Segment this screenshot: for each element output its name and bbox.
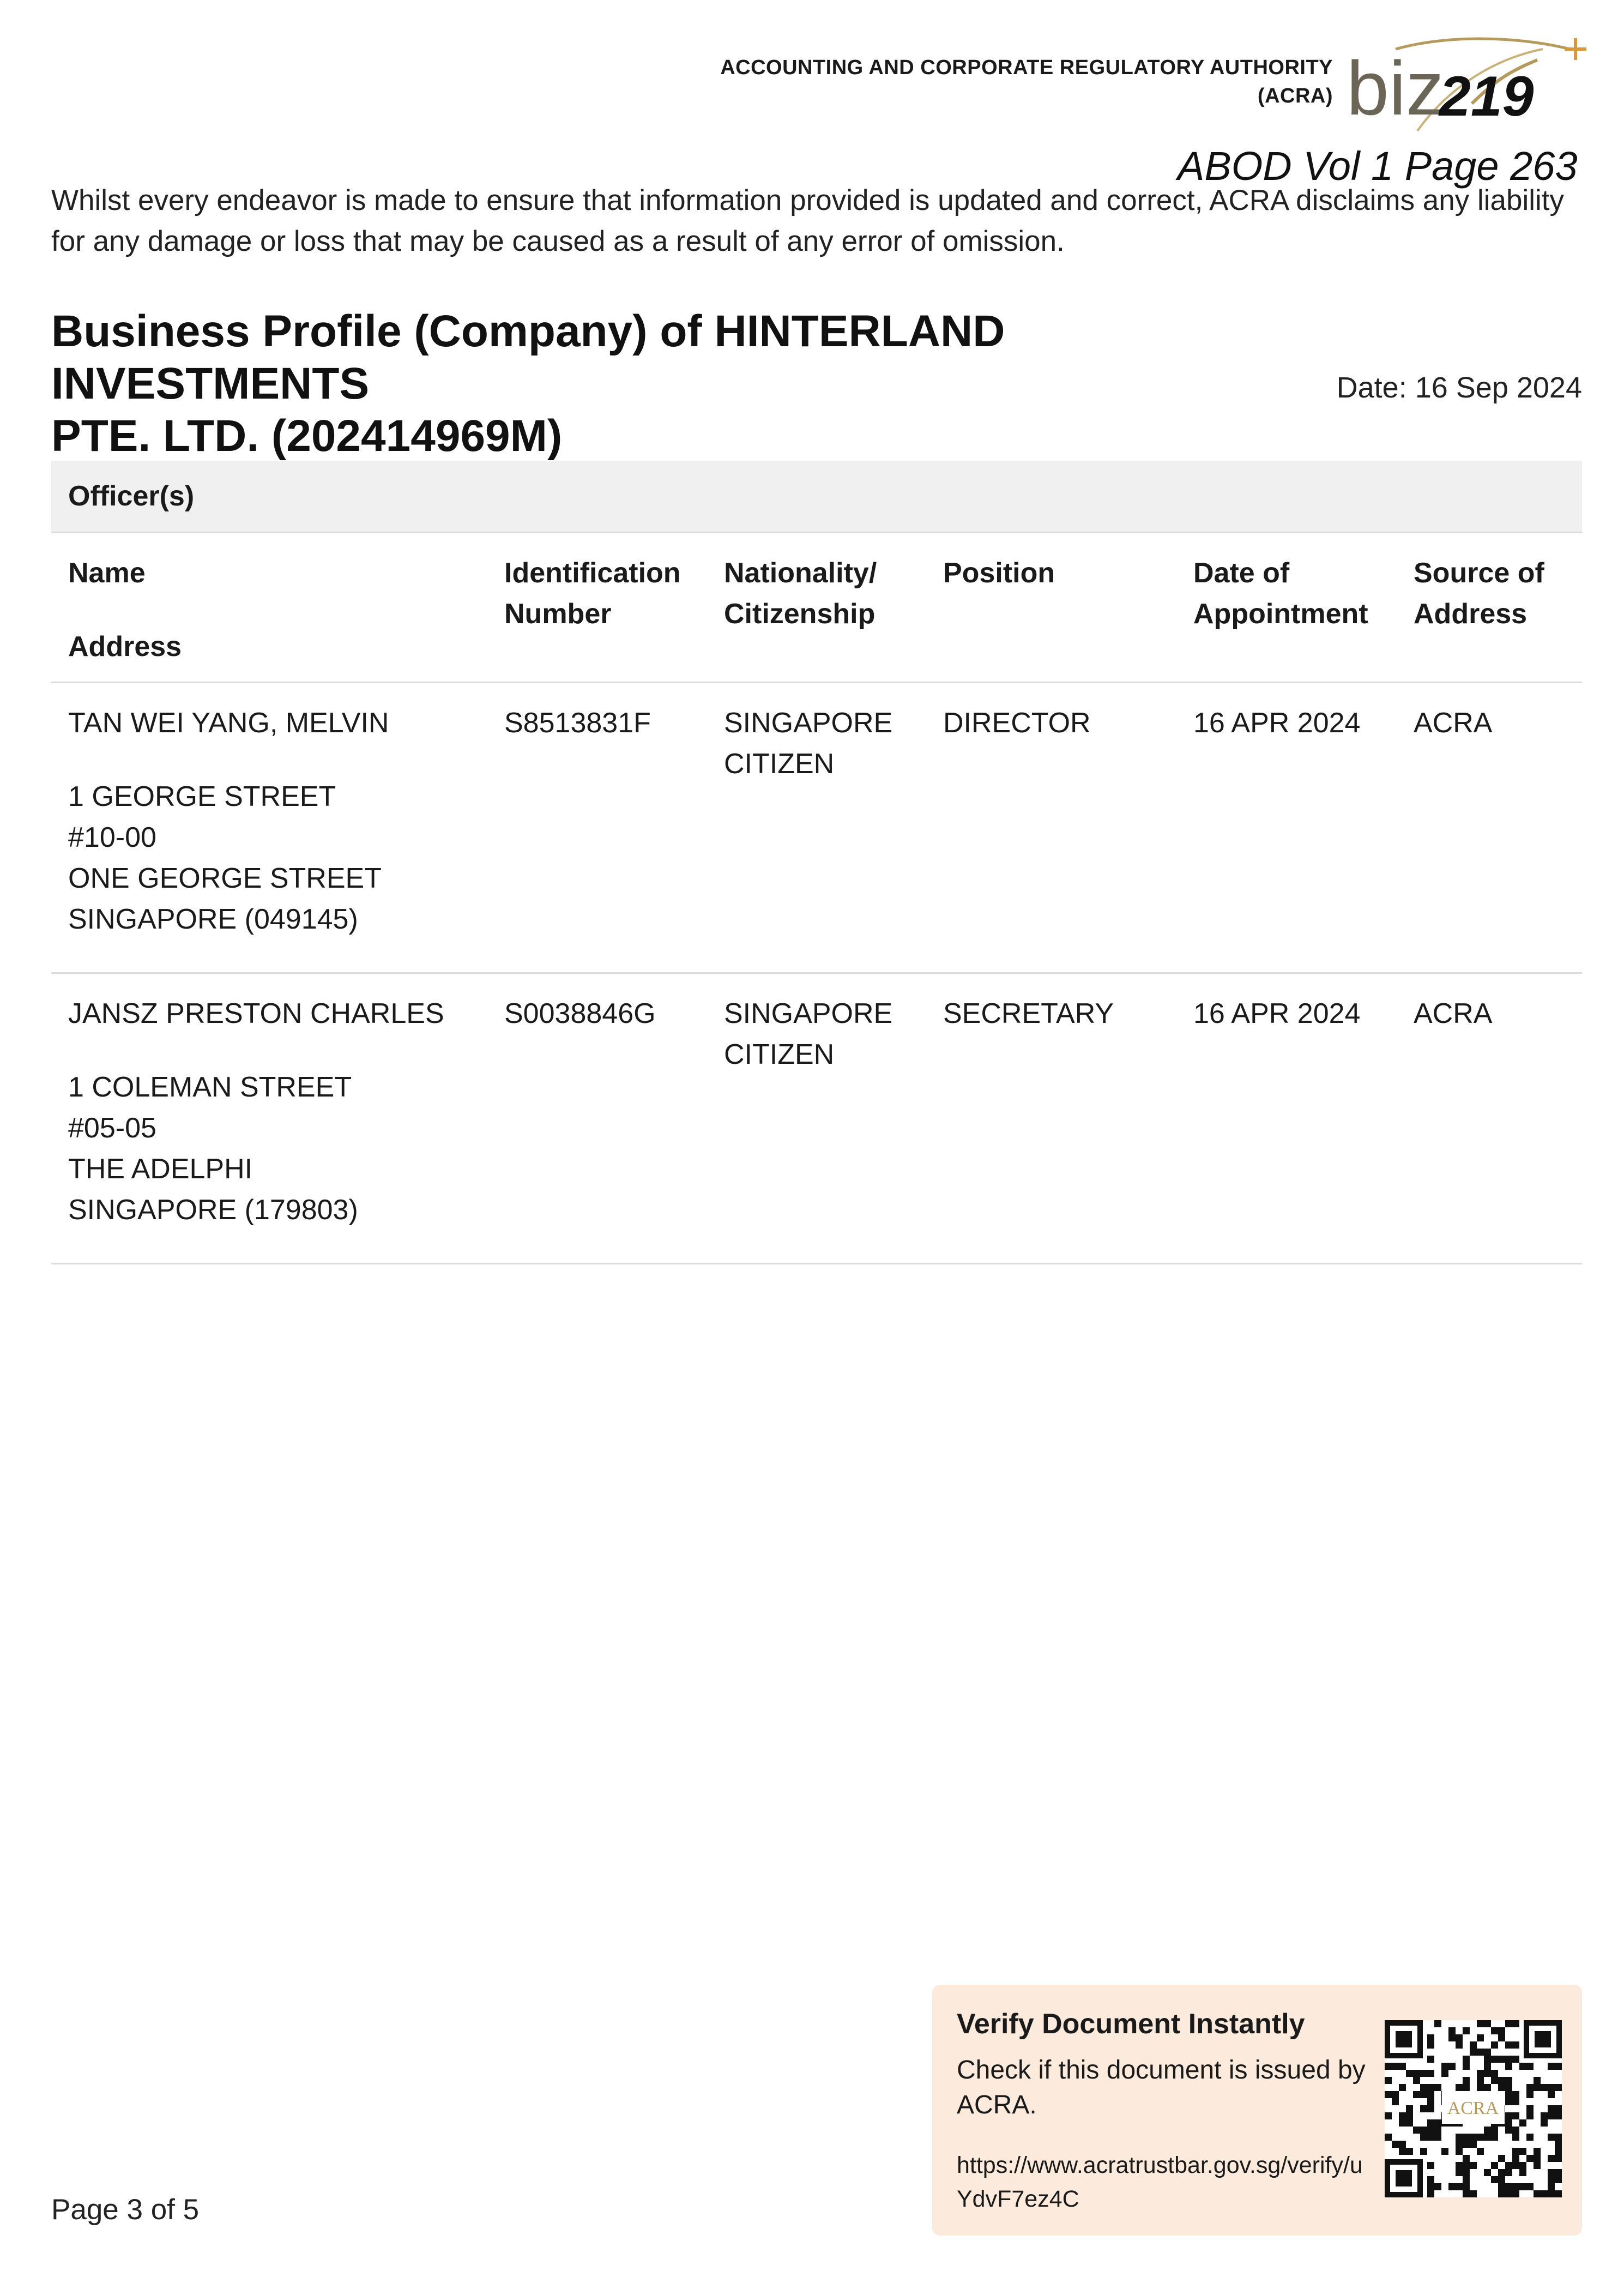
title-line-1: Business Profile (Company) of HINTERLAND… <box>51 306 1005 408</box>
header-id-line-2: Number <box>504 598 612 630</box>
qr-acra-label: ACRA <box>1447 2098 1499 2118</box>
officer-name: JANSZ PRESTON CHARLES <box>68 998 444 1029</box>
officer-nationality: SINGAPORE CITIZEN <box>724 703 937 785</box>
officer-nationality: SINGAPORE CITIZEN <box>724 993 937 1075</box>
verify-title: Verify Document Instantly <box>957 2008 1305 2040</box>
verify-document-box: Verify Document Instantly Check if this … <box>932 1985 1582 2236</box>
verify-text: Check if this document is issued by ACRA… <box>957 2056 1366 2119</box>
table-row: JANSZ PRESTON CHARLES 1 COLEMAN STREET #… <box>51 974 1582 1264</box>
address-line: 1 GEORGE STREET <box>68 781 336 812</box>
header-identification: Identification Number <box>504 553 717 635</box>
header-date-line-2: Appointment <box>1193 598 1368 630</box>
nationality-line-2: CITIZEN <box>724 1039 835 1070</box>
logo-text: biz <box>1347 45 1444 131</box>
officer-name-address: TAN WEI YANG, MELVIN 1 GEORGE STREET #10… <box>68 703 482 940</box>
header-date-of-appointment: Date of Appointment <box>1193 553 1411 635</box>
officers-table: Officer(s) Name Address Identification N… <box>51 461 1582 1264</box>
address-line: #05-05 <box>68 1112 156 1144</box>
officer-address: 1 COLEMAN STREET #05-05 THE ADELPHI SING… <box>68 1067 482 1231</box>
officer-address: 1 GEORGE STREET #10-00 ONE GEORGE STREET… <box>68 776 482 940</box>
header-position: Position <box>943 557 1055 589</box>
address-line: 1 COLEMAN STREET <box>68 1071 352 1103</box>
header-id-line-1: Identification <box>504 557 681 589</box>
officer-id: S0038846G <box>504 998 656 1029</box>
qr-code-icon[interactable]: ACRA <box>1385 2020 1562 2197</box>
document-date: Date: 16 Sep 2024 <box>1336 371 1582 404</box>
page-title: Business Profile (Company) of HINTERLAND… <box>51 305 1305 462</box>
officer-name-address: JANSZ PRESTON CHARLES 1 COLEMAN STREET #… <box>68 993 482 1231</box>
nationality-line-1: SINGAPORE <box>724 998 893 1029</box>
header-source-line-1: Source of <box>1414 557 1544 589</box>
address-line: SINGAPORE (179803) <box>68 1194 358 1226</box>
officer-appointment-date: 16 APR 2024 <box>1193 998 1361 1029</box>
table-row: TAN WEI YANG, MELVIN 1 GEORGE STREET #10… <box>51 683 1582 974</box>
officers-section-header: Officer(s) <box>51 461 1582 533</box>
header-source-of-address: Source of Address <box>1414 553 1577 635</box>
verify-url-link[interactable]: https://www.acratrustbar.gov.sg/verify/u… <box>957 2148 1371 2216</box>
officer-id: S8513831F <box>504 707 651 739</box>
header-nat-line-1: Nationality/ <box>724 557 877 589</box>
authority-line-1: ACCOUNTING AND CORPORATE REGULATORY AUTH… <box>720 56 1333 79</box>
officer-position: DIRECTOR <box>943 707 1091 739</box>
header-name: Name <box>68 557 146 589</box>
address-line: #10-00 <box>68 822 156 853</box>
authority-name: ACCOUNTING AND CORPORATE REGULATORY AUTH… <box>720 53 1333 110</box>
header-name-address: Name Address <box>68 553 482 667</box>
table-header-row: Name Address Identification Number Natio… <box>51 533 1582 683</box>
header-address: Address <box>68 631 182 662</box>
officer-address-source: ACRA <box>1414 998 1493 1029</box>
officer-appointment-date: 16 APR 2024 <box>1193 707 1361 739</box>
nationality-line-1: SINGAPORE <box>724 707 893 739</box>
disclaimer-text: Whilst every endeavor is made to ensure … <box>51 184 1565 257</box>
officer-name: TAN WEI YANG, MELVIN <box>68 707 389 739</box>
title-line-2: PTE. LTD. (202414969M) <box>51 411 563 461</box>
officer-address-source: ACRA <box>1414 707 1493 739</box>
officer-position: SECRETARY <box>943 998 1114 1029</box>
address-line: SINGAPORE (049145) <box>68 903 358 935</box>
header-source-line-2: Address <box>1414 598 1528 630</box>
address-line: ONE GEORGE STREET <box>68 863 382 894</box>
address-line: THE ADELPHI <box>68 1153 253 1185</box>
page-indicator: Page 3 of 5 <box>51 2194 200 2226</box>
header-nationality: Nationality/ Citizenship <box>724 553 937 635</box>
authority-line-2: (ACRA) <box>1257 85 1333 107</box>
nationality-line-2: CITIZEN <box>724 748 835 780</box>
stamp-number: 219 <box>1439 65 1534 128</box>
header-date-line-1: Date of <box>1193 557 1290 589</box>
header-nat-line-2: Citizenship <box>724 598 876 630</box>
